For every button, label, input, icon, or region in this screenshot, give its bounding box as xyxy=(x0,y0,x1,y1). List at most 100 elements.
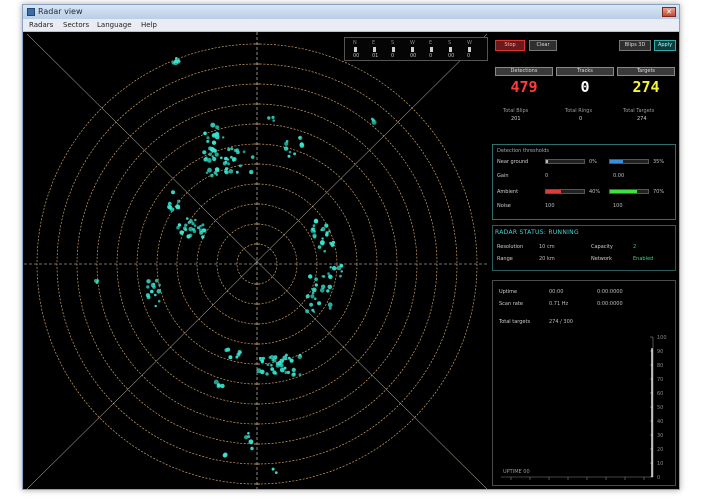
radar-blip xyxy=(216,384,221,389)
network-label: Network xyxy=(591,256,612,262)
targets-header[interactable]: Targets xyxy=(617,67,675,76)
radar-blip xyxy=(157,299,161,303)
tracks-header[interactable]: Tracks xyxy=(556,67,614,76)
threshold-left-value: 100 xyxy=(545,203,555,209)
range-value: 20 km xyxy=(539,256,555,262)
radar-blip xyxy=(177,199,181,203)
graph-tick-label: 0 xyxy=(657,475,660,481)
threshold-slider[interactable] xyxy=(545,189,585,194)
bearing-value: 0 xyxy=(391,53,395,59)
radar-blip xyxy=(328,230,331,233)
radar-blip xyxy=(321,284,326,289)
menu-sectors[interactable]: Sectors xyxy=(63,21,89,29)
radar-blip xyxy=(325,233,329,237)
graph-tick-label: 50 xyxy=(657,405,663,411)
radar-blip xyxy=(339,274,342,278)
apply-button[interactable]: Apply xyxy=(654,40,676,51)
stop-button[interactable]: Stop xyxy=(495,40,525,51)
radar-blip xyxy=(206,158,212,163)
history-graph-box: Uptime 00:00 0:00:0000 Scan rate 0.71 Hz… xyxy=(492,280,676,486)
detections-header[interactable]: Detections xyxy=(495,67,553,76)
radar-blip xyxy=(175,57,178,60)
radar-blip xyxy=(327,272,330,275)
radar-blip xyxy=(237,349,242,355)
radar-blip xyxy=(310,294,315,299)
radar-blip xyxy=(211,140,217,145)
radar-blip xyxy=(182,226,187,231)
radar-blip xyxy=(317,301,322,306)
bearing-header: E xyxy=(429,40,433,46)
bearing-header: W xyxy=(410,40,415,46)
graph-tick-label: 80 xyxy=(657,363,663,369)
status-section: Resolution 10 cm Capacity 2 Range 20 km … xyxy=(492,225,676,271)
capacity-value: 2 xyxy=(633,244,637,250)
radar-blip xyxy=(192,229,197,233)
radar-blip xyxy=(222,161,227,166)
menu-help[interactable]: Help xyxy=(141,21,157,29)
threshold-section: Detection thresholds Near ground 0% 35% Gai… xyxy=(492,144,676,220)
radar-plot[interactable] xyxy=(24,32,489,489)
radar-blip xyxy=(247,432,250,435)
radar-blip xyxy=(211,155,214,158)
close-button[interactable]: ✕ xyxy=(662,7,676,17)
radar-blip xyxy=(230,147,234,151)
radar-blip xyxy=(203,228,207,232)
radar-blip xyxy=(271,115,275,119)
menu-language[interactable]: Language xyxy=(97,21,132,29)
radar-blip xyxy=(260,359,265,364)
radar-blip xyxy=(154,304,157,308)
radar-blip xyxy=(208,146,213,151)
title-bar[interactable]: Radar view ✕ xyxy=(23,5,679,20)
threshold-slider[interactable] xyxy=(609,159,649,164)
radar-blip xyxy=(146,285,150,289)
graph-tick-label: 90 xyxy=(657,349,663,355)
threshold-slider[interactable] xyxy=(545,159,585,164)
total-targets-value: 274 xyxy=(637,116,647,122)
radar-blip xyxy=(298,136,301,139)
radar-blip xyxy=(260,369,265,375)
radar-blip xyxy=(328,306,332,310)
radar-blip xyxy=(228,169,234,174)
radar-blip xyxy=(372,118,375,122)
threshold-left-value: 0 xyxy=(545,173,549,179)
radar-blip xyxy=(226,347,231,352)
radar-blip xyxy=(154,278,159,283)
radar-blip xyxy=(317,245,322,249)
bearing-marker xyxy=(392,47,395,52)
bearing-marker xyxy=(449,47,452,52)
slider-fill xyxy=(610,160,624,163)
radar-blip xyxy=(233,148,238,153)
menu-radars[interactable]: Radars xyxy=(29,21,53,29)
radar-blip xyxy=(204,156,208,160)
radar-blip xyxy=(208,152,212,157)
radar-blip xyxy=(265,372,269,376)
radar-blip xyxy=(313,218,319,224)
radar-blip xyxy=(322,275,326,278)
bearing-value: 00 xyxy=(448,53,455,59)
radar-blip xyxy=(314,277,318,282)
bearing-header: N xyxy=(353,40,357,46)
radar-blip xyxy=(284,353,288,357)
radar-blip xyxy=(271,467,275,471)
bearing-value: 01 xyxy=(372,53,379,59)
radar-blip xyxy=(288,150,292,154)
radar-blip xyxy=(323,249,327,253)
radar-blip xyxy=(186,217,189,220)
radar-blip xyxy=(287,356,291,360)
view-3d-button[interactable]: Blips 3D xyxy=(619,40,651,51)
window-title: Radar view xyxy=(38,7,83,16)
threshold-slider[interactable] xyxy=(609,189,649,194)
bearing-value: 0 xyxy=(429,53,433,59)
radar-blip xyxy=(214,167,220,172)
radar-blip xyxy=(272,119,275,122)
radar-blip xyxy=(206,136,210,140)
radar-blip xyxy=(171,190,175,195)
clear-button[interactable]: Clear xyxy=(529,40,557,51)
radar-blip xyxy=(287,154,291,158)
graph-tick-label: 100 xyxy=(657,335,667,341)
radar-blip xyxy=(242,150,246,154)
radar-blip xyxy=(270,363,273,367)
radar-scope[interactable]: N 00 E 01 S 0 W 00 E 0 S 00 W 0 xyxy=(24,32,489,489)
radar-blip xyxy=(297,354,303,360)
bearing-header: E xyxy=(372,40,376,46)
